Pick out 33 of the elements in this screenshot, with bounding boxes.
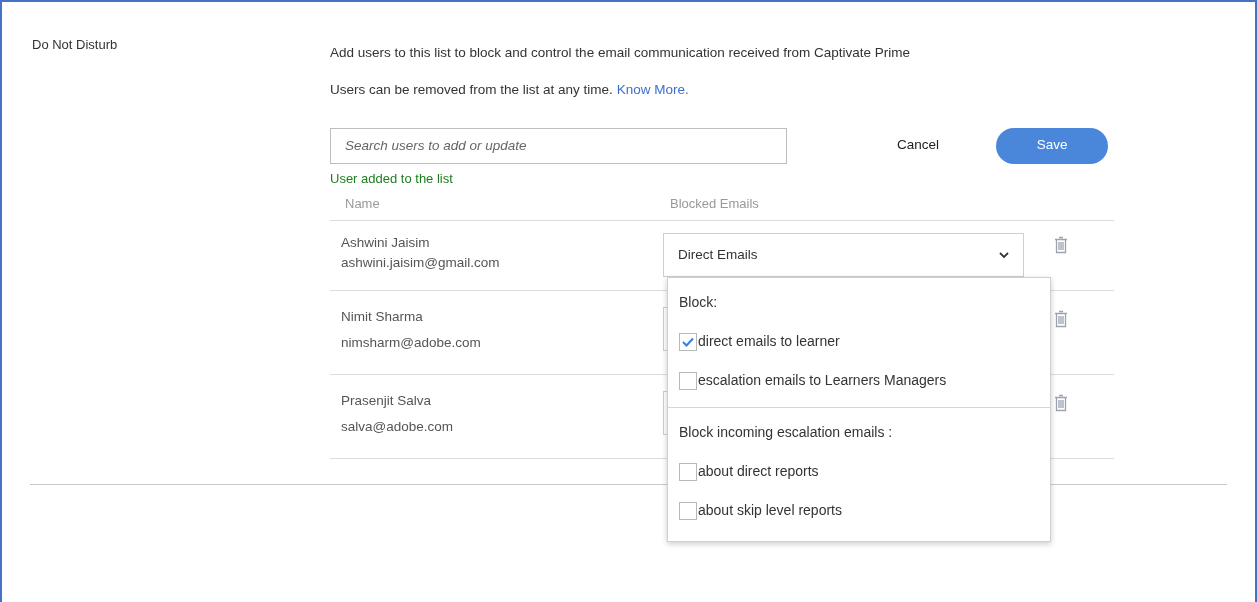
description-text: Add users to this list to block and control the email communication received from Captivate Prime bbox=[330, 44, 911, 62]
group-heading: Block: bbox=[679, 293, 719, 312]
status-message: User added to the list bbox=[330, 169, 454, 188]
cancel-button[interactable]: Cancel bbox=[887, 129, 950, 162]
select-value: Direct Emails bbox=[678, 245, 758, 264]
user-email: ashwini.jaisim@gmail.com bbox=[341, 254, 501, 273]
trash-icon[interactable] bbox=[1054, 394, 1068, 412]
column-header: Blocked Emails bbox=[670, 195, 759, 214]
section-title: Do Not Disturb bbox=[32, 37, 118, 52]
trash-icon[interactable] bbox=[1054, 310, 1068, 328]
option-label[interactable]: about skip level reports bbox=[698, 500, 842, 521]
know-more-link[interactable]: Know More. bbox=[616, 82, 689, 98]
search-field[interactable]: Search users to add or update bbox=[330, 127, 787, 164]
option-label[interactable]: about direct reports bbox=[698, 461, 819, 482]
checkbox[interactable] bbox=[679, 371, 697, 390]
trash-icon[interactable] bbox=[1054, 236, 1068, 254]
user-name: Nimit Sharma bbox=[341, 308, 424, 326]
user-email: nimsharm@adobe.com bbox=[341, 334, 482, 353]
checkmark-icon bbox=[682, 336, 694, 347]
option-label[interactable]: direct emails to learner bbox=[698, 331, 840, 352]
save-button[interactable]: Save bbox=[996, 127, 1109, 164]
chevron-down-icon bbox=[999, 251, 1009, 259]
checkbox[interactable] bbox=[679, 462, 697, 481]
checkbox[interactable] bbox=[679, 332, 697, 351]
option-label[interactable]: escalation emails to Learners Managers bbox=[698, 370, 947, 391]
note-text: Users can be removed from the list at any time. Know More. bbox=[330, 81, 690, 100]
user-email: salva@adobe.com bbox=[341, 418, 454, 437]
blocked-emails-select[interactable]: Direct Emails bbox=[663, 233, 1024, 277]
checkbox[interactable] bbox=[679, 501, 697, 520]
user-name: Ashwini Jaisim bbox=[341, 234, 431, 252]
column-header: Name bbox=[344, 195, 381, 214]
user-name: Prasenjit Salva bbox=[341, 392, 433, 410]
group-heading: Block incoming escalation emails : bbox=[679, 423, 894, 442]
